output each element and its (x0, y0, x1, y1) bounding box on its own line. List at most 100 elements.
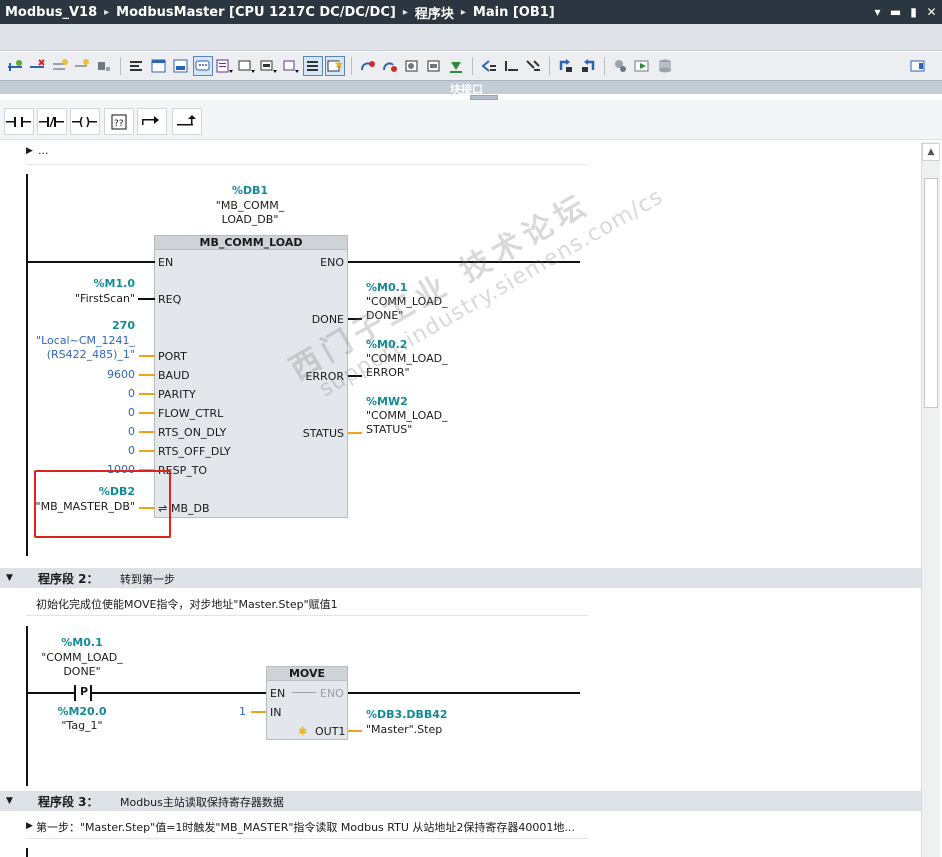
scrollbar-thumb[interactable] (924, 178, 938, 408)
edge-memory-symbol[interactable]: "Tag_1" (32, 719, 132, 732)
collapse-network-icon[interactable]: ▼ (6, 573, 13, 583)
go-to-icon[interactable] (523, 56, 543, 76)
move-out-address[interactable]: %DB3.DBB42 (366, 708, 448, 721)
breadcrumb-program-blocks[interactable]: 程序块 (415, 3, 454, 22)
show-comments-icon[interactable] (193, 56, 213, 76)
monitor-on-off-icon[interactable] (556, 56, 576, 76)
port-symbol-continued[interactable]: (RS422_485)_1" (20, 348, 135, 361)
settings-icon[interactable] (908, 56, 928, 76)
step-icon[interactable] (633, 56, 653, 76)
maximize-button[interactable]: ▮ (907, 3, 920, 20)
reset-icon[interactable] (94, 56, 114, 76)
edge-memory-address[interactable]: %M20.0 (52, 705, 112, 718)
done-symbol-continued[interactable]: DONE" (366, 309, 403, 322)
contact-left-wire (28, 692, 74, 694)
open-branch-icon[interactable] (137, 108, 167, 135)
move-out-symbol[interactable]: "Master".Step (366, 723, 442, 736)
status-address[interactable]: %MW2 (366, 395, 408, 408)
error-address[interactable]: %M0.2 (366, 338, 407, 351)
network2-title-comment[interactable]: 转到第一步 (120, 571, 175, 587)
minimize-button[interactable]: ▬ (889, 3, 902, 20)
close-all-networks-icon[interactable] (380, 56, 400, 76)
db1-address[interactable]: %DB1 (220, 184, 280, 197)
scroll-up-icon[interactable]: ▲ (922, 143, 940, 161)
baud-value[interactable]: 9600 (70, 368, 135, 381)
breadcrumb-project[interactable]: Modbus_V18 (5, 5, 97, 20)
window-controls: ▾ ▬ ▮ ✕ (871, 3, 938, 20)
operand-info-icon[interactable] (281, 56, 301, 76)
network3-header[interactable]: ▼ 程序段 3： Modbus主站读取保持寄存器数据 (0, 791, 921, 811)
done-address[interactable]: %M0.1 (366, 281, 407, 294)
breakpoint-icon[interactable] (655, 56, 675, 76)
breadcrumb-block[interactable]: Main [OB1] (473, 5, 555, 20)
network3-comment[interactable]: 第一步："Master.Step"值=1时触发"MB_MASTER"指令读取 M… (36, 819, 575, 835)
expand-comment-icon[interactable]: ▶ (26, 146, 33, 156)
status-symbol-continued[interactable]: STATUS" (366, 423, 412, 436)
monitor-icon[interactable] (578, 56, 598, 76)
parity-value[interactable]: 0 (70, 387, 135, 400)
close-button[interactable]: ✕ (925, 3, 938, 20)
empty-box-icon[interactable]: ?? (104, 108, 134, 135)
show-block-interface-icon[interactable] (171, 56, 191, 76)
port-value[interactable]: 270 (70, 319, 135, 332)
close-branch-icon[interactable] (172, 108, 202, 135)
collapse-network-icon[interactable]: ▼ (6, 796, 13, 806)
highlight-annotation-box (34, 470, 171, 538)
insert-network-icon[interactable] (6, 56, 26, 76)
contact-symbol[interactable]: "COMM_LOAD_ (32, 651, 132, 664)
block-interface-bar[interactable]: 块接口 (0, 80, 942, 100)
network2-header[interactable]: ▼ 程序段 2： 转到第一步 (0, 568, 921, 588)
error-symbol-continued[interactable]: ERROR" (366, 366, 410, 379)
contact-to-move-wire (92, 692, 267, 694)
req-symbol[interactable]: "FirstScan" (30, 292, 135, 305)
view-list-icon[interactable] (303, 56, 323, 76)
title-bar: Modbus_V18 ▸ ModbusMaster [CPU 1217C DC/… (0, 0, 942, 24)
network1-comment[interactable]: ... (38, 144, 49, 157)
vertical-scrollbar[interactable]: ▲ (921, 142, 940, 857)
network3-title-comment[interactable]: Modbus主站读取保持寄存器数据 (120, 794, 284, 810)
coil-icon[interactable] (70, 108, 100, 135)
monitor-favorite-icon[interactable] (325, 56, 345, 76)
port-symbol[interactable]: "Local~CM_1241_ (20, 334, 135, 347)
add-row-icon[interactable] (72, 56, 92, 76)
pin-eno: ENO (320, 256, 344, 269)
normally-closed-contact-icon[interactable] (37, 108, 67, 135)
normally-open-contact-icon[interactable] (4, 108, 34, 135)
dropdown-button[interactable]: ▾ (871, 3, 884, 20)
absolute-operands-icon[interactable] (127, 56, 147, 76)
open-all-networks-icon[interactable] (358, 56, 378, 76)
insert-row-icon[interactable] (50, 56, 70, 76)
enable-icon[interactable] (611, 56, 631, 76)
go-to-error-icon[interactable] (402, 56, 422, 76)
show-favorites-icon[interactable] (149, 56, 169, 76)
network2-comment[interactable]: 初始化完成位使能MOVE指令，对步地址"Master.Step"赋值1 (36, 596, 338, 612)
parity-wire (139, 393, 155, 395)
expand-comment-icon[interactable]: ▶ (26, 821, 33, 831)
delete-network-icon[interactable] (28, 56, 48, 76)
next-network-icon[interactable] (501, 56, 521, 76)
add-output-star-icon[interactable]: ✱ (298, 725, 307, 738)
rts-on-dly-value[interactable]: 0 (70, 425, 135, 438)
status-symbol[interactable]: "COMM_LOAD_ (366, 409, 448, 422)
pin-status: STATUS (302, 427, 344, 440)
error-symbol[interactable]: "COMM_LOAD_ (366, 352, 448, 365)
flow-ctrl-value[interactable]: 0 (70, 406, 135, 419)
previous-network-icon[interactable] (479, 56, 499, 76)
next-error-icon[interactable] (424, 56, 444, 76)
download-icon[interactable] (446, 56, 466, 76)
contact-symbol-continued[interactable]: DONE" (32, 665, 132, 678)
toolbar-separator (120, 57, 121, 75)
breadcrumb-device[interactable]: ModbusMaster [CPU 1217C DC/DC/DC] (116, 5, 396, 20)
rts-off-dly-value[interactable]: 0 (70, 444, 135, 457)
done-symbol[interactable]: "COMM_LOAD_ (366, 295, 448, 308)
power-rail (26, 174, 28, 556)
rts-off-dly-wire (139, 450, 155, 452)
network-comments-icon[interactable] (215, 56, 235, 76)
symbol-info-icon[interactable] (237, 56, 257, 76)
contact-address[interactable]: %M0.1 (52, 636, 112, 649)
p-contact-label: P (80, 685, 89, 698)
done-wire (348, 318, 362, 320)
req-address[interactable]: %M1.0 (70, 277, 135, 290)
callout-icon[interactable] (259, 56, 279, 76)
move-in-value[interactable]: 1 (200, 705, 246, 718)
